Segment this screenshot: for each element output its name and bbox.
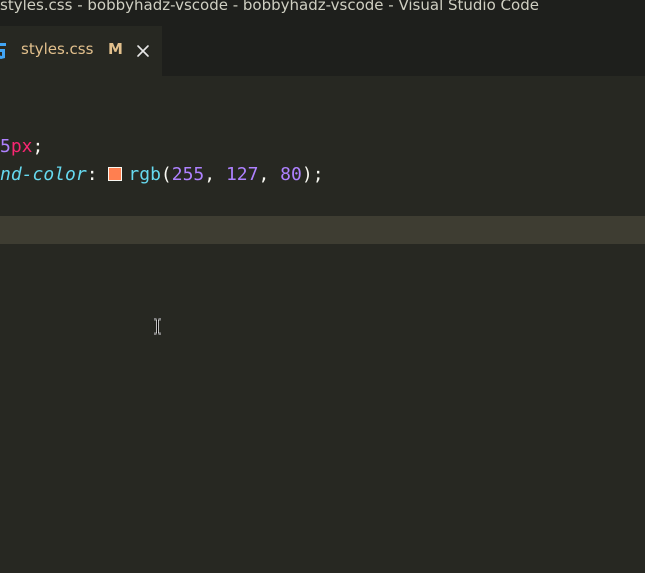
text-cursor-icon [154,318,161,335]
blue-value: 80 [280,164,302,185]
separator-token: , [204,164,226,185]
current-line-highlight [0,216,645,244]
color-swatch[interactable] [108,167,123,181]
code-editor[interactable]: 5px; nd-color: rgb(255, 127, 80); [0,76,645,573]
code-line-2: nd-color: rgb(255, 127, 80); [0,161,324,189]
property-token: nd-color [0,164,87,185]
colon-token: : [86,164,109,185]
close-icon[interactable] [136,44,150,58]
tab-styles-css[interactable]: styles.css M [0,26,162,76]
css3-icon [0,43,6,59]
title-bar: styles.css - bobbyhadz-vscode - bobbyhad… [0,0,645,22]
open-paren-token: ( [160,164,172,185]
separator-token: , [258,164,281,185]
function-token: rgb [128,164,161,185]
tab-bar: styles.css M [0,22,645,76]
modified-badge: M [108,40,123,58]
semicolon-token: ; [312,164,324,185]
red-value: 255 [171,164,205,185]
unit-token: px [10,136,33,157]
close-paren-token: ) [301,164,313,185]
window-title: styles.css - bobbyhadz-vscode - bobbyhad… [0,0,539,14]
green-value: 127 [225,164,259,185]
tab-label: styles.css [21,40,94,58]
semicolon-token: ; [32,136,44,157]
number-token: 5 [0,136,11,157]
code-line-1: 5px; [0,133,43,161]
